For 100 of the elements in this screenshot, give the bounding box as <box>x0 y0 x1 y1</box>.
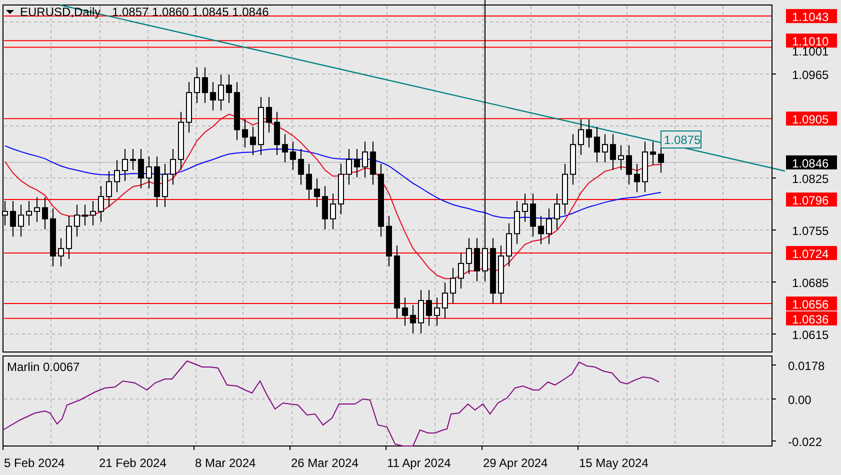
candlestick <box>114 160 120 193</box>
price-tick-label: 1.0615 <box>792 328 829 342</box>
price-level-label: 1.0656 <box>786 296 837 312</box>
candlestick <box>106 170 112 208</box>
candlestick <box>506 222 512 267</box>
price-tick-label: 1.0755 <box>792 224 829 238</box>
candlestick <box>314 178 320 208</box>
candlestick <box>570 134 576 186</box>
candlestick <box>34 196 40 222</box>
candlestick <box>538 215 544 245</box>
candlestick <box>162 163 168 208</box>
candlestick <box>218 74 224 111</box>
candlestick <box>402 297 408 326</box>
candlestick <box>170 148 176 186</box>
candlestick <box>338 163 344 215</box>
ohlc-values: 1.0857 1.0860 1.0845 1.0846 <box>112 5 269 19</box>
candlestick <box>362 141 368 178</box>
candlestick <box>194 66 200 104</box>
candlestick <box>610 134 616 170</box>
candlestick <box>434 297 440 326</box>
price-level-label: 1.0636 <box>786 311 837 326</box>
indicator-tick-label: 0.0178 <box>788 359 825 373</box>
candlestick <box>442 282 448 319</box>
date-tick-label: 5 Feb 2024 <box>4 456 65 470</box>
indicator-title: Marlin 0.0067 <box>7 360 80 374</box>
indicator-tick-label: -0.022 <box>788 435 822 449</box>
candlestick <box>418 290 424 334</box>
candlestick <box>282 134 288 163</box>
price-level-label: 1.0724 <box>786 246 837 262</box>
candlestick <box>410 304 416 334</box>
candlestick <box>26 200 32 226</box>
menu-triangle-icon <box>6 10 14 14</box>
candlestick <box>546 208 552 245</box>
candlestick <box>274 111 280 156</box>
candlestick <box>210 82 216 111</box>
candlestick <box>98 186 104 222</box>
candlestick <box>650 141 656 166</box>
candlestick <box>234 82 240 141</box>
candlestick <box>298 148 304 186</box>
candlestick <box>322 186 328 230</box>
candlestick <box>10 200 16 238</box>
candlestick <box>58 238 64 267</box>
candlestick <box>154 156 160 208</box>
candlestick <box>530 193 536 238</box>
candlestick <box>346 148 352 186</box>
candlestick <box>602 134 608 163</box>
candlestick <box>250 126 256 156</box>
candlestick <box>370 141 376 186</box>
date-tick-label: 11 Apr 2024 <box>387 456 451 470</box>
candlestick <box>466 238 472 274</box>
date-tick-label: 26 Mar 2024 <box>291 456 358 470</box>
candlestick <box>146 156 152 189</box>
candlestick <box>186 82 192 134</box>
date-tick-label: 29 Apr 2024 <box>483 456 548 470</box>
candlestick <box>562 163 568 215</box>
candlestick <box>642 141 648 193</box>
candlestick <box>178 111 184 170</box>
candlestick <box>554 193 560 230</box>
candlestick <box>226 74 232 104</box>
candlestick <box>66 215 72 260</box>
candlestick <box>522 193 528 222</box>
candlestick <box>594 126 600 163</box>
candlestick <box>50 208 56 267</box>
price-tick-label: 1.0685 <box>792 276 829 290</box>
candlestick <box>458 252 464 290</box>
candlestick <box>202 66 208 104</box>
candlestick <box>122 148 128 182</box>
candlestick <box>498 245 504 304</box>
price-level-label: 1.0796 <box>786 192 837 208</box>
date-tick-label: 21 Feb 2024 <box>99 456 166 470</box>
candlestick <box>426 290 432 326</box>
indicator-tick-label: 0.00 <box>788 393 812 407</box>
candlestick <box>18 204 24 238</box>
candlestick <box>138 148 144 189</box>
candlestick <box>618 144 624 170</box>
candlestick <box>306 163 312 200</box>
candlestick <box>82 204 88 226</box>
date-tick-label: 15 May 2024 <box>579 456 648 470</box>
candlestick <box>450 267 456 304</box>
candlestick <box>90 200 96 226</box>
candlestick <box>578 118 584 156</box>
candlestick <box>74 204 80 238</box>
candlestick <box>354 148 360 178</box>
candlestick <box>634 163 640 193</box>
candlestick <box>474 238 480 282</box>
candlestick <box>490 238 496 304</box>
price-level-label: 1.0905 <box>786 112 837 127</box>
candlestick <box>586 118 592 148</box>
candlestick <box>626 144 632 186</box>
price-tick-label: 1.0965 <box>792 68 829 82</box>
candlestick <box>242 118 248 148</box>
date-tick-label: 8 Mar 2024 <box>195 456 256 470</box>
candlestick <box>130 148 136 170</box>
candlestick <box>514 200 520 245</box>
candlestick <box>258 96 264 156</box>
candlestick <box>290 141 296 170</box>
candlestick <box>386 215 392 267</box>
price-level-label: 1.1043 <box>786 9 837 24</box>
trendline-price-label: 1.0875 <box>660 130 702 148</box>
candlestick <box>266 96 272 134</box>
